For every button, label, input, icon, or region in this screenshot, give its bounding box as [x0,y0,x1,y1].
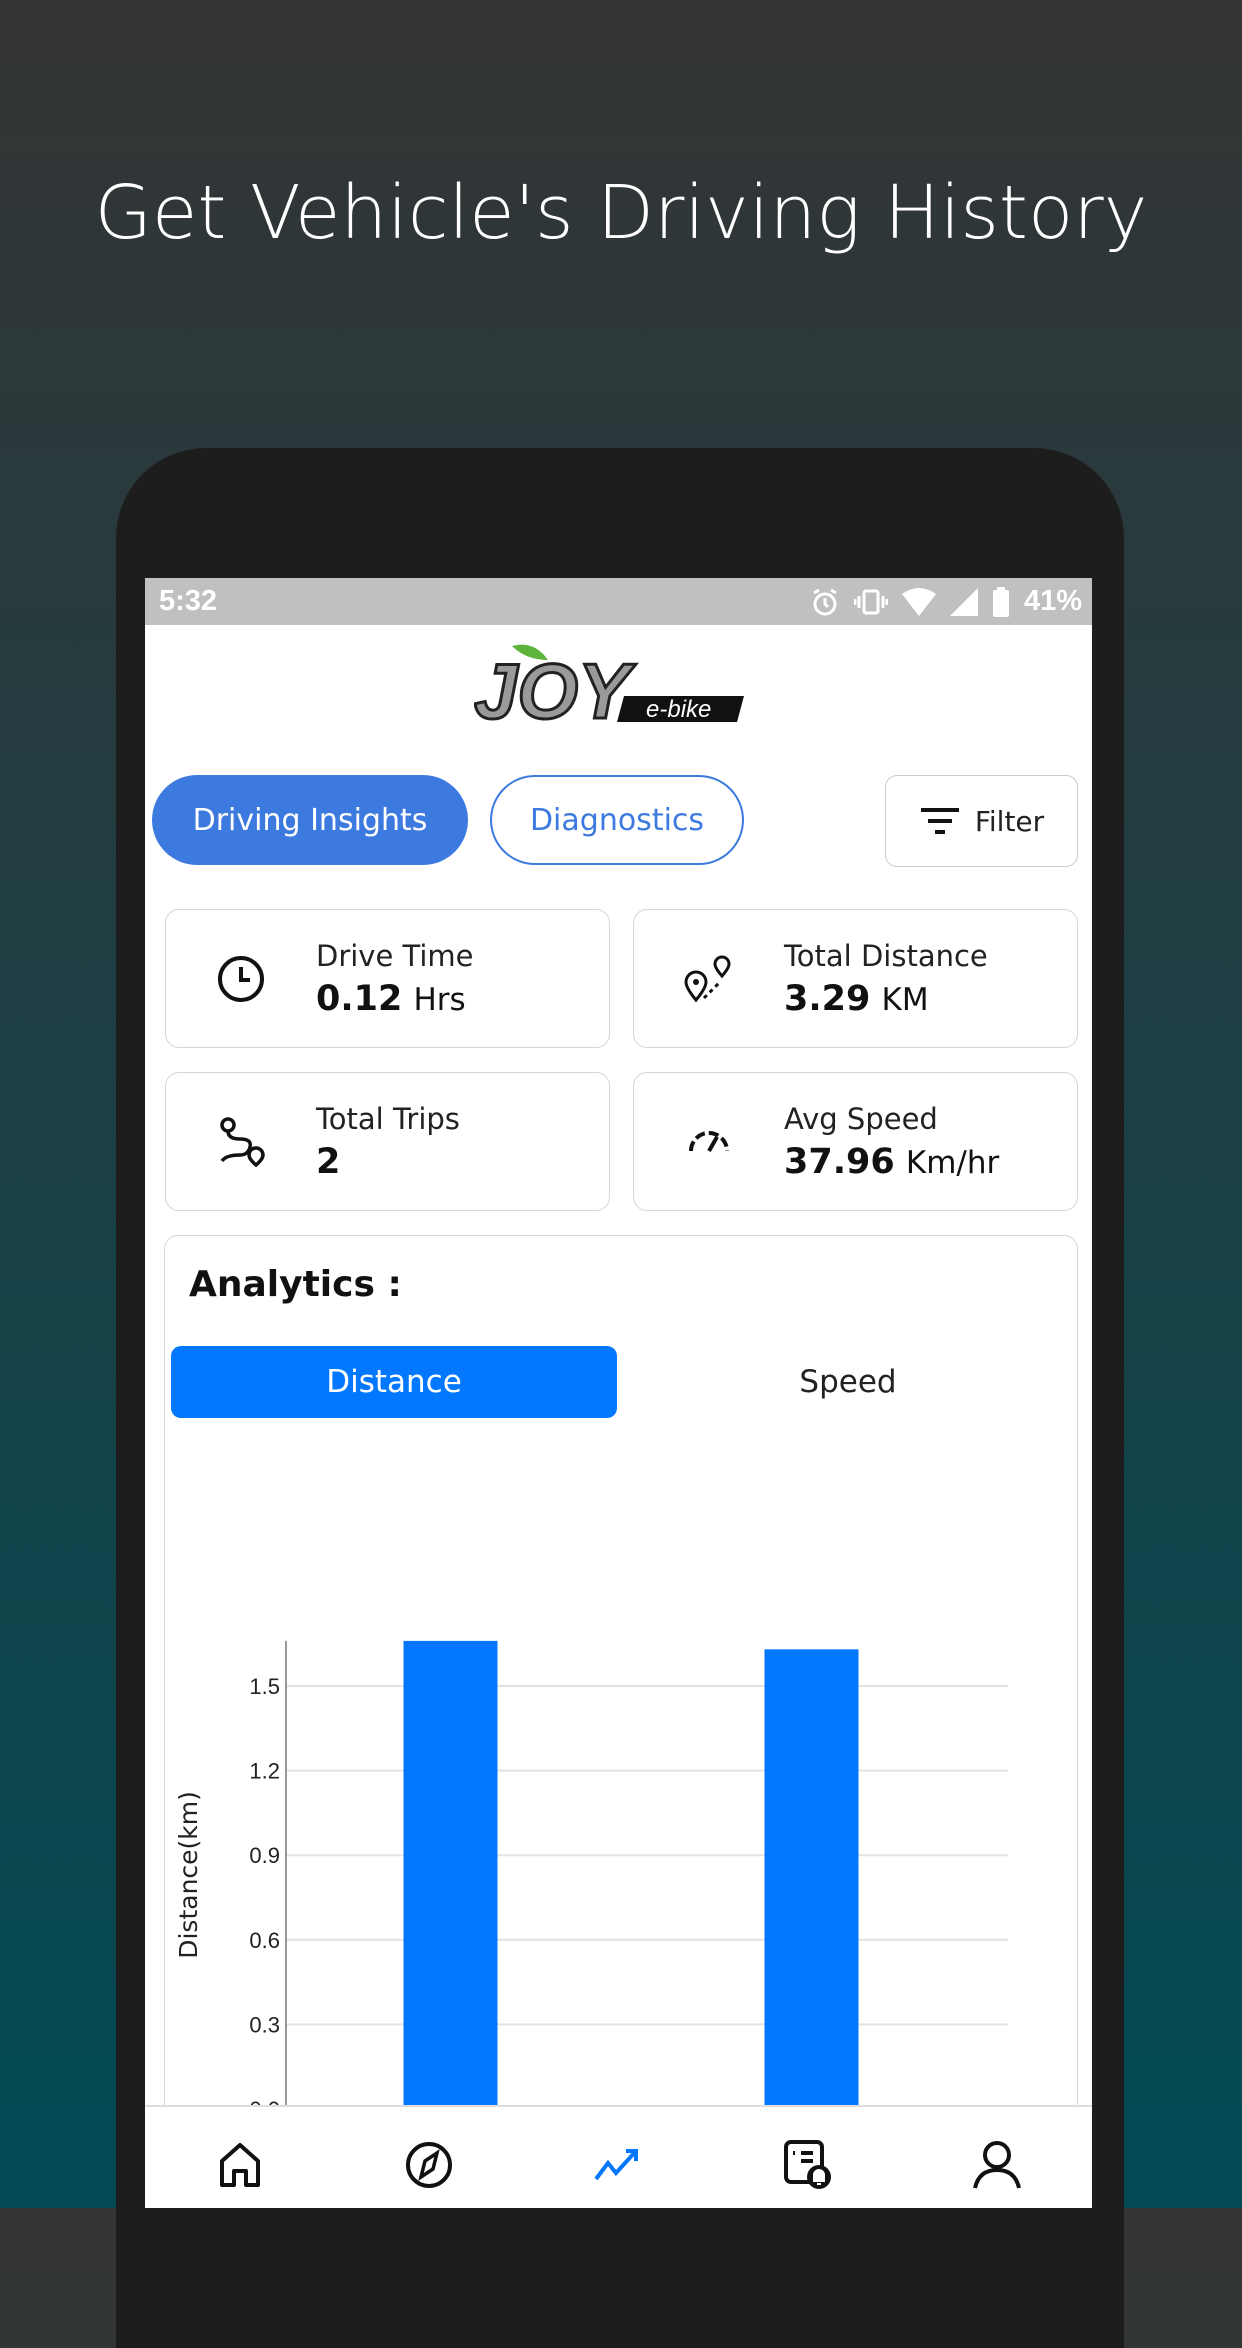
notification-list-icon [783,2139,831,2189]
user-icon [973,2140,1022,2189]
trending-up-icon [594,2148,639,2180]
filter-icon [920,808,959,834]
stat-value: 37.96 [784,1141,895,1182]
nav-home[interactable] [200,2141,280,2189]
joy-ebike-logo: JOY e-bike [145,625,1092,745]
y-tick-label: 0.3 [249,2012,280,2037]
battery-percent: 41% [1023,585,1082,617]
alarm-icon [813,588,837,615]
stat-card-total-distance: Total Distance 3.29 KM [633,909,1078,1048]
nav-profile[interactable] [957,2140,1037,2190]
svg-text:JOY: JOY [474,647,636,730]
analytics-title: Analytics : [189,1264,402,1305]
analytics-card: Analytics : Distance Speed 0.00.30.60.91… [164,1235,1078,2136]
status-bar: 5:32 41% [145,578,1092,625]
stat-unit: Hrs [413,981,466,1018]
bottom-nav [145,2105,1092,2208]
stat-value: 2 [316,1141,341,1182]
stat-value: 3.29 [784,978,871,1019]
nav-explore[interactable] [389,2141,469,2189]
home-icon [219,2142,260,2187]
speedometer-icon [689,1130,729,1152]
bar [403,1640,498,2109]
bar [764,1649,859,2109]
nav-insights[interactable] [578,2145,658,2185]
wifi-icon [901,587,936,616]
tab-driving-insights[interactable]: Driving Insights [152,775,468,865]
stat-label: Avg Speed [784,1101,938,1136]
compass-icon [406,2141,453,2188]
svg-text:e-bike: e-bike [646,696,711,723]
stat-card-total-trips: Total Trips 2 [165,1072,610,1211]
filter-button[interactable]: Filter [885,775,1078,867]
stat-label: Drive Time [316,938,474,973]
clock-icon [218,955,264,1002]
signal-icon [949,587,978,616]
battery-icon [992,586,1009,617]
y-axis-label: Distance(km) [174,1791,203,1959]
stat-unit: Km/hr [905,1144,1000,1181]
y-tick-label: 0.6 [249,1928,280,1953]
vibrate-icon [853,589,888,614]
tab-bar: Driving Insights Diagnostics Filter [152,775,1078,867]
tab-diagnostics[interactable]: Diagnostics [490,775,744,865]
trip-path-icon [220,1116,265,1167]
nav-notifications[interactable] [768,2139,848,2191]
filter-label: Filter [974,804,1045,838]
segment-distance[interactable]: Distance [171,1346,617,1418]
y-tick-label: 1.5 [249,1674,280,1699]
stat-unit: KM [881,981,929,1018]
stat-value: 0.12 [316,978,403,1019]
headline: Get Vehicle's Driving History [94,170,1148,256]
status-time: 5:32 [159,585,218,617]
route-pins-icon [684,955,731,1002]
segment-speed[interactable]: Speed [625,1346,1071,1418]
y-tick-label: 0.9 [249,1843,280,1868]
y-tick-label: 1.2 [249,1759,280,1784]
stat-card-avg-speed: Avg Speed 37.96 Km/hr [633,1072,1078,1211]
stat-label: Total Trips [316,1101,460,1136]
stat-label: Total Distance [784,938,988,973]
stat-card-drive-time: Drive Time 0.12 Hrs [165,909,610,1048]
distance-bar-chart: 0.00.30.60.91.21.516/07 01:3416/07 02:56… [174,1640,1008,2136]
app-screen: 5:32 41% JOY e-bike Driving Insights Dia… [145,578,1092,2208]
